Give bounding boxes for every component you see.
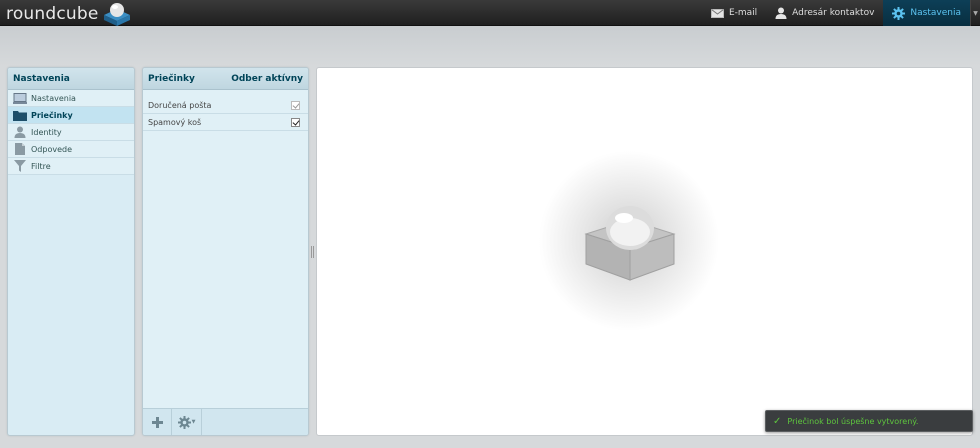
filter-icon bbox=[13, 160, 27, 172]
sidebar-item-label: Odpovede bbox=[31, 144, 73, 154]
envelope-icon bbox=[710, 8, 724, 18]
notification-message: Priečinok bol úspešne vytvorený. bbox=[787, 416, 919, 426]
settings-sidebar: Nastavenia Nastavenia Priečinky Identity… bbox=[7, 67, 135, 436]
roundcube-watermark-icon bbox=[584, 206, 676, 281]
sidebar-item-label: Filtre bbox=[31, 161, 51, 171]
subscribe-checkbox bbox=[291, 100, 300, 110]
sidebar-item-label: Identity bbox=[31, 127, 62, 137]
settings-sidebar-title: Nastavenia bbox=[13, 73, 70, 84]
folders-list: Doručená pošta Spamový koš bbox=[143, 90, 308, 410]
nav-email-label: E-mail bbox=[728, 8, 758, 18]
add-folder-button[interactable] bbox=[143, 409, 172, 435]
settings-list: Nastavenia Priečinky Identity Odpovede F… bbox=[8, 90, 134, 175]
sidebar-item-folders[interactable]: Priečinky bbox=[8, 107, 134, 124]
nav-settings-label: Nastavenia bbox=[910, 8, 961, 18]
sidebar-item-preferences[interactable]: Nastavenia bbox=[8, 90, 134, 107]
sidebar-item-label: Priečinky bbox=[31, 110, 73, 120]
panel-splitter[interactable] bbox=[311, 246, 314, 258]
gear-icon bbox=[892, 6, 906, 20]
roundcube-watermark bbox=[538, 150, 720, 332]
sidebar-item-responses[interactable]: Odpovede bbox=[8, 141, 134, 158]
folders-toolbar: ▼ bbox=[143, 408, 308, 435]
logo-text: roundcube bbox=[6, 4, 99, 24]
notification-toast[interactable]: ✓ Priečinok bol úspešne vytvorený. bbox=[765, 410, 973, 432]
folders-panel-header: Priečinky Odber aktívny bbox=[143, 68, 308, 90]
header-band bbox=[0, 26, 980, 66]
plus-icon bbox=[151, 416, 163, 428]
nav-menu-caret-icon[interactable]: ▼ bbox=[970, 0, 980, 26]
chevron-down-icon: ▼ bbox=[191, 419, 196, 425]
sidebar-item-filters[interactable]: Filtre bbox=[8, 158, 134, 175]
top-navigation: E-mail Adresár kontaktov Nastavenia ▼ bbox=[702, 0, 980, 26]
subscribed-column-header: Odber aktívny bbox=[231, 73, 303, 84]
subscribe-checkbox[interactable] bbox=[291, 117, 300, 127]
folders-panel-title: Priečinky bbox=[148, 73, 195, 84]
sidebar-item-identities[interactable]: Identity bbox=[8, 124, 134, 141]
computer-icon bbox=[13, 92, 27, 104]
folder-icon bbox=[13, 109, 27, 121]
nav-contacts[interactable]: Adresár kontaktov bbox=[766, 0, 883, 26]
folder-row-inbox[interactable]: Doručená pošta bbox=[143, 97, 308, 114]
nav-settings[interactable]: Nastavenia bbox=[883, 0, 970, 26]
checkmark-icon: ✓ bbox=[773, 415, 782, 427]
folders-panel: Priečinky Odber aktívny Doručená pošta S… bbox=[142, 67, 309, 436]
logo[interactable]: roundcube bbox=[6, 2, 132, 26]
content-frame bbox=[316, 67, 973, 436]
folder-row-spam[interactable]: Spamový koš bbox=[143, 114, 308, 131]
document-icon bbox=[13, 143, 27, 155]
nav-email[interactable]: E-mail bbox=[702, 0, 766, 26]
person-icon bbox=[775, 7, 787, 19]
gear-icon bbox=[177, 415, 191, 429]
folder-name: Doručená pošta bbox=[148, 100, 212, 110]
folder-name: Spamový koš bbox=[148, 117, 202, 127]
folder-options-button[interactable]: ▼ bbox=[172, 409, 202, 435]
sidebar-item-label: Nastavenia bbox=[31, 93, 76, 103]
roundcube-logo-icon bbox=[103, 3, 130, 26]
top-bar: roundcube E-mail Adresár kontaktov Nasta… bbox=[0, 0, 980, 26]
nav-contacts-label: Adresár kontaktov bbox=[792, 8, 875, 18]
settings-sidebar-header: Nastavenia bbox=[8, 68, 134, 90]
person-icon bbox=[13, 126, 27, 138]
